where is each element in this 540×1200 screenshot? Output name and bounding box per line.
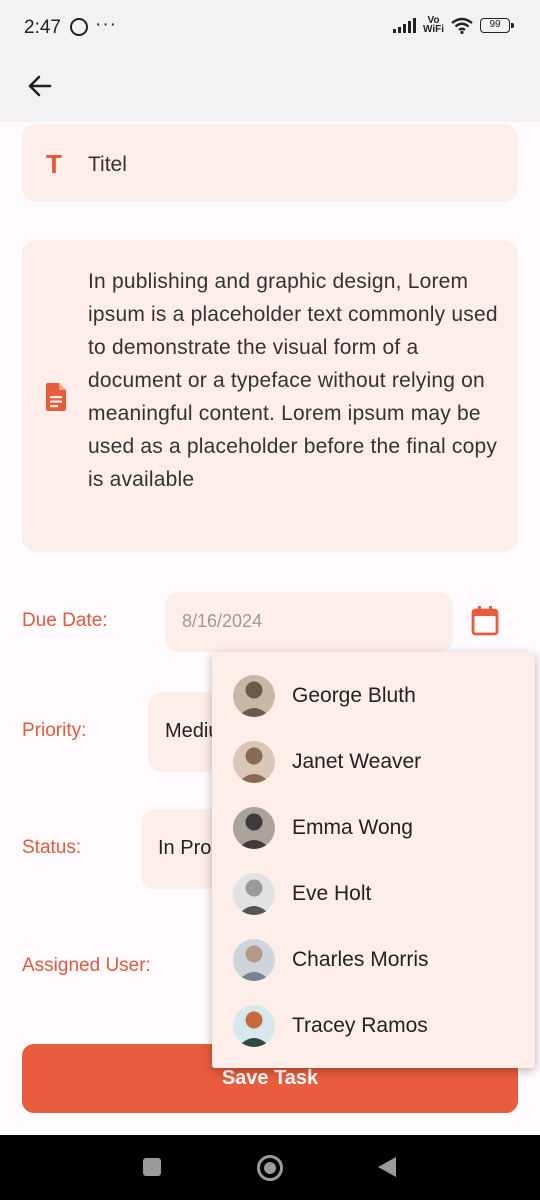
signal-icon <box>392 17 416 33</box>
user-option[interactable]: Tracey Ramos <box>212 992 535 1058</box>
user-option-name: George Bluth <box>292 684 416 707</box>
vowifi-indicator: Vo WiFi <box>422 15 444 35</box>
assigned-user-dropdown: George Bluth Janet Weaver Emma Wong Eve … <box>212 652 535 1068</box>
home-button[interactable] <box>257 1155 283 1181</box>
user-option-name: Janet Weaver <box>292 750 422 773</box>
system-navigation-bar <box>0 1135 540 1200</box>
whatsapp-icon <box>70 18 88 36</box>
user-option[interactable]: Charles Morris <box>212 926 535 992</box>
avatar <box>233 1005 275 1047</box>
user-option-name: Tracey Ramos <box>292 1014 428 1037</box>
wifi-icon <box>451 17 473 34</box>
user-option[interactable]: George Bluth <box>212 662 535 728</box>
recents-button[interactable] <box>143 1158 161 1176</box>
save-task-label: Save Task <box>221 1067 319 1089</box>
more-notifications-icon: ··· <box>95 14 117 35</box>
system-back-button[interactable] <box>378 1157 396 1177</box>
status-bar: 2:47 ··· Vo WiFi 99 <box>0 0 540 56</box>
status-time: 2:47 <box>24 17 61 38</box>
user-option-name: Emma Wong <box>292 816 413 839</box>
priority-label: Priority: <box>22 720 87 741</box>
avatar <box>233 807 275 849</box>
description-field[interactable]: In publishing and graphic design, Lorem … <box>22 240 518 552</box>
avatar <box>233 939 275 981</box>
user-option[interactable]: Janet Weaver <box>212 728 535 794</box>
arrow-back-icon[interactable] <box>22 68 58 104</box>
status-label: Status: <box>22 837 82 858</box>
due-date-label: Due Date: <box>22 610 108 631</box>
due-date-field[interactable]: 8/16/2024 <box>165 592 453 652</box>
title-value: Titel <box>88 153 127 176</box>
user-option-name: Charles Morris <box>292 948 429 971</box>
user-option[interactable]: Emma Wong <box>212 794 535 860</box>
battery-icon: 99 <box>480 17 514 33</box>
document-icon <box>46 383 66 411</box>
avatar <box>233 741 275 783</box>
user-option[interactable]: Eve Holt <box>212 860 535 926</box>
avatar <box>233 675 275 717</box>
status-icons: Vo WiFi 99 <box>392 15 514 35</box>
user-option-name: Eve Holt <box>292 882 372 905</box>
title-field[interactable]: T Titel <box>22 124 518 202</box>
description-value: In publishing and graphic design, Lorem … <box>88 270 498 491</box>
assigned-user-label: Assigned User: <box>22 955 151 976</box>
due-date-value: 8/16/2024 <box>182 611 263 631</box>
app-bar <box>0 56 540 122</box>
avatar <box>233 873 275 915</box>
calendar-icon[interactable] <box>470 605 500 637</box>
text-title-icon: T <box>46 149 62 179</box>
